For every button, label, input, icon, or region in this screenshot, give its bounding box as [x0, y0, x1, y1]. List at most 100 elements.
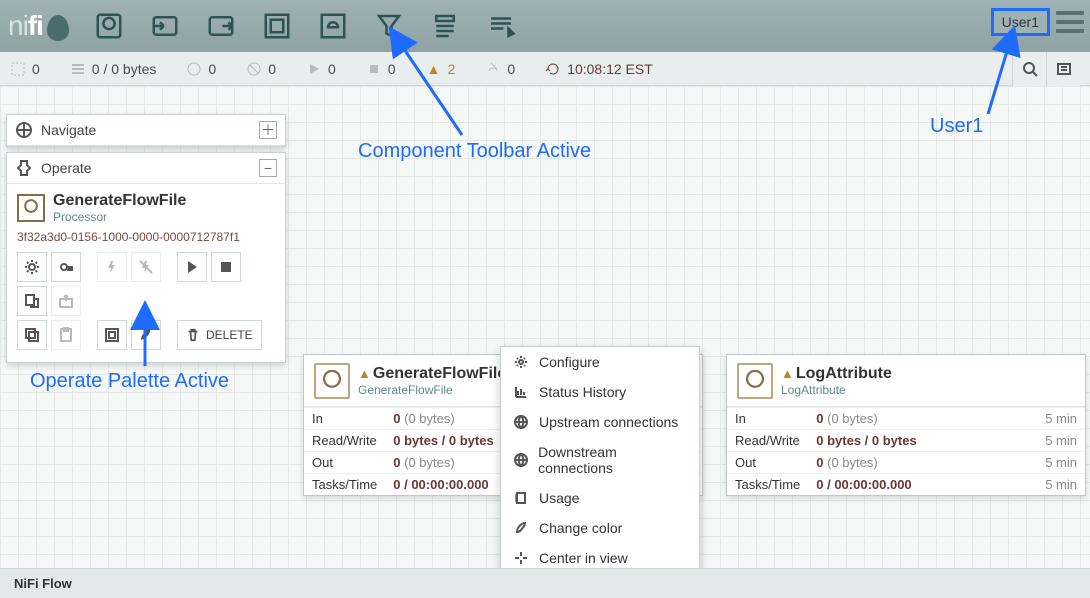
menu-usage[interactable]: Usage: [501, 483, 699, 513]
add-label-button[interactable]: [481, 6, 521, 46]
menu-upstream[interactable]: Upstream connections: [501, 407, 699, 437]
globe-icon: [513, 453, 528, 467]
global-menu-button[interactable]: [1056, 11, 1084, 33]
book-icon: [513, 491, 529, 505]
stat-age: 5 min: [1029, 430, 1085, 452]
menu-label: Usage: [539, 490, 579, 506]
stat-value: 0: [816, 411, 823, 426]
add-remote-process-group-button[interactable]: [313, 6, 353, 46]
processor-logattribute[interactable]: ▲LogAttribute LogAttribute In0 (0 bytes)…: [726, 354, 1086, 496]
context-menu: Configure Status History Upstream connec…: [500, 346, 700, 568]
menu-center[interactable]: Center in view: [501, 543, 699, 568]
operate-proc-type: Processor: [53, 210, 186, 224]
stat-label: Out: [304, 452, 385, 474]
delete-label: DELETE: [206, 328, 253, 342]
stat-sub: (0 bytes): [827, 455, 878, 470]
node-title: LogAttribute: [796, 365, 892, 382]
start-button[interactable]: [177, 252, 207, 282]
invalid-icon: ▲: [426, 61, 442, 77]
stat-value: 0: [816, 455, 823, 470]
stat-sub: (0 bytes): [404, 411, 455, 426]
stat-label: Read/Write: [727, 430, 808, 452]
component-toolbar: nifi User1: [0, 0, 1090, 52]
menu-configure[interactable]: Configure: [501, 347, 699, 377]
stat-label: Tasks/Time: [304, 474, 385, 496]
add-output-port-button[interactable]: [201, 6, 241, 46]
disabled-icon: [485, 61, 501, 77]
add-template-button[interactable]: [425, 6, 465, 46]
bulletin-button[interactable]: [1046, 52, 1080, 86]
stat-sub: (0 bytes): [827, 411, 878, 426]
active-threads-icon: [10, 61, 26, 77]
create-template-button[interactable]: [17, 286, 47, 316]
operate-title: Operate: [41, 160, 92, 176]
menu-label: Configure: [539, 354, 600, 370]
node-title: GenerateFlowFile: [373, 365, 506, 382]
disable-button: [131, 252, 161, 282]
operate-panel: Operate − GenerateFlowFile Processor 3f3…: [6, 152, 286, 363]
stat-label: In: [304, 408, 385, 430]
copy-button[interactable]: [17, 320, 47, 350]
processor-icon: [737, 363, 773, 399]
menu-label: Status History: [539, 384, 626, 400]
stop-button[interactable]: [211, 252, 241, 282]
menu-label: Center in view: [539, 550, 628, 566]
navigate-panel: Navigate ＋: [6, 114, 286, 147]
brush-icon: [513, 521, 529, 535]
menu-downstream[interactable]: Downstream connections: [501, 437, 699, 483]
queue-value: 0 / 0 bytes: [92, 61, 157, 77]
stat-label: Read/Write: [304, 430, 385, 452]
flow-canvas[interactable]: Navigate ＋ Operate − GenerateFlowFile Pr…: [0, 86, 1090, 568]
globe-icon: [513, 415, 529, 429]
paste-button: [51, 320, 81, 350]
navigate-expand-button[interactable]: ＋: [259, 121, 277, 139]
add-input-port-button[interactable]: [145, 6, 185, 46]
stat-value: 0: [393, 411, 400, 426]
menu-label: Downstream connections: [538, 444, 687, 476]
group-button[interactable]: [97, 320, 127, 350]
stat-value: 0: [393, 455, 400, 470]
operate-proc-uuid: 3f32a3d0-0156-1000-0000-0000712787f1: [17, 230, 275, 244]
stat-value: 0 / 00:00:00.000: [808, 474, 1029, 496]
invalid-value: 2: [448, 61, 456, 77]
stat-sub: (0 bytes): [404, 455, 455, 470]
navigate-icon: [15, 121, 33, 139]
transmitting-value: 0: [208, 61, 216, 77]
nifi-logo: nifi: [8, 10, 69, 42]
access-policies-button[interactable]: [51, 252, 81, 282]
menu-change-color[interactable]: Change color: [501, 513, 699, 543]
node-type: GenerateFlowFile: [358, 383, 506, 397]
warning-icon: ▲: [358, 366, 371, 381]
stat-label: In: [727, 408, 808, 430]
search-button[interactable]: [1012, 52, 1046, 86]
delete-button[interactable]: DELETE: [177, 320, 262, 350]
breadcrumb-root: NiFi Flow: [14, 576, 72, 591]
add-process-group-button[interactable]: [257, 6, 297, 46]
menu-status-history[interactable]: Status History: [501, 377, 699, 407]
upload-template-button: [51, 286, 81, 316]
processor-icon: [314, 363, 350, 399]
operate-collapse-button[interactable]: −: [259, 159, 277, 177]
add-processor-button[interactable]: [89, 6, 129, 46]
configure-button[interactable]: [17, 252, 47, 282]
operate-icon: [15, 159, 33, 177]
refresh-time: 10:08:12 EST: [567, 61, 653, 77]
add-funnel-button[interactable]: [369, 6, 409, 46]
color-button[interactable]: [131, 320, 161, 350]
current-user[interactable]: User1: [991, 8, 1050, 36]
stat-age: 5 min: [1029, 408, 1085, 430]
operate-proc-name: GenerateFlowFile: [53, 192, 186, 210]
stopped-value: 0: [388, 61, 396, 77]
stat-age: 5 min: [1029, 474, 1085, 496]
refresh-icon[interactable]: [545, 61, 561, 77]
running-icon: [306, 61, 322, 77]
chart-icon: [513, 385, 529, 399]
stat-age: 5 min: [1029, 452, 1085, 474]
transmitting-icon: [186, 61, 202, 77]
menu-label: Upstream connections: [539, 414, 678, 430]
stat-label: Out: [727, 452, 808, 474]
breadcrumb[interactable]: NiFi Flow: [0, 568, 1090, 598]
queue-icon: [70, 61, 86, 77]
active-threads-value: 0: [32, 61, 40, 77]
stat-value: 0 bytes / 0 bytes: [808, 430, 1029, 452]
